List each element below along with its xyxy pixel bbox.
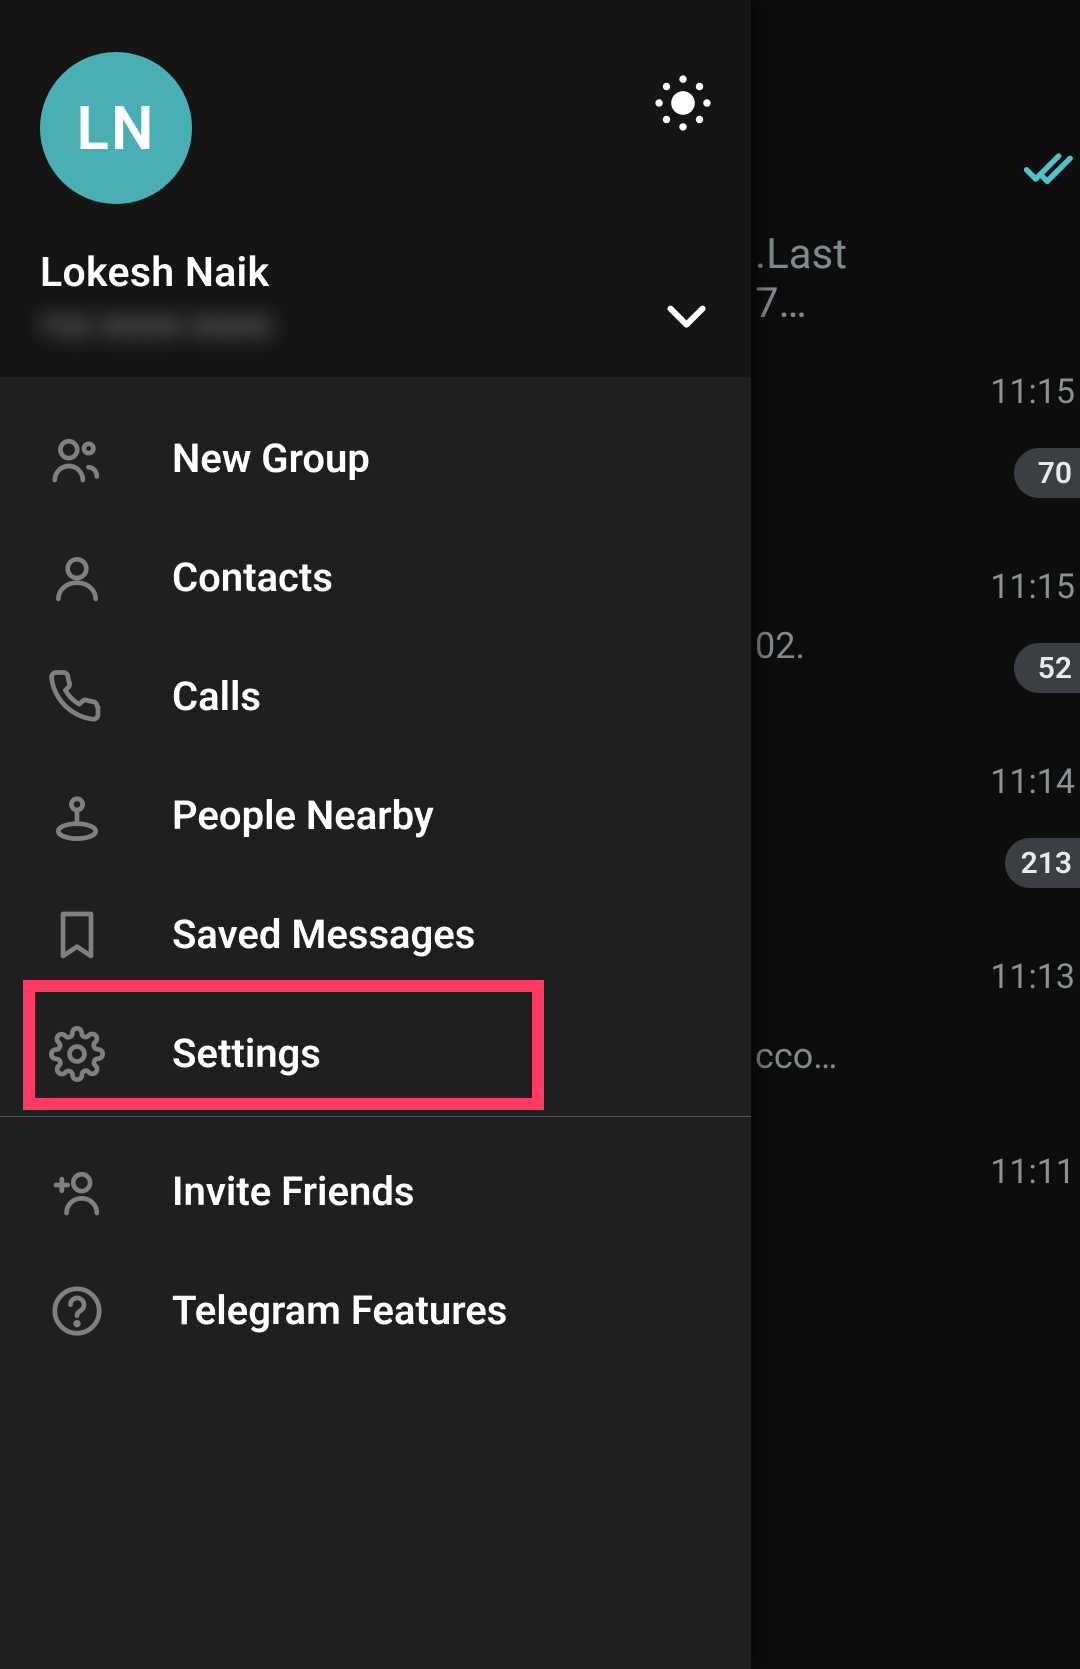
unread-count-badge: 52 [1014,643,1080,693]
read-check-icon [1022,140,1077,199]
drawer-menu: New Group Contacts Calls People Nearby [0,377,751,1370]
chat-row[interactable]: 11:15 70 [755,360,1080,555]
help-icon [47,1281,107,1341]
avatar[interactable]: LN [40,52,192,204]
chat-list-partial: .Last 7… 11:15 70 11:15 02. 52 11:14 213… [755,0,1080,1669]
menu-label: Calls [172,673,261,720]
bookmark-icon [47,905,107,965]
chat-time: 11:11 [990,1152,1075,1192]
menu-telegram-features[interactable]: Telegram Features [0,1251,751,1370]
chat-row[interactable]: 11:15 02. 52 [755,555,1080,750]
chat-row[interactable]: 11:14 213 [755,750,1080,945]
menu-calls[interactable]: Calls [0,637,751,756]
navigation-drawer: LN Lokesh Naik +xx xxxxx xxxxx New Group [0,0,751,1669]
drawer-header: LN Lokesh Naik +xx xxxxx xxxxx [0,0,751,377]
gear-icon [47,1024,107,1084]
chat-snippet: 02. [755,625,805,667]
chat-time: 11:14 [990,762,1075,802]
person-icon [47,548,107,608]
profile-name[interactable]: Lokesh Naik [40,249,711,297]
menu-label: Telegram Features [172,1287,507,1334]
theme-toggle-icon[interactable] [650,70,716,136]
accounts-expand-icon[interactable] [659,288,714,347]
chat-row[interactable]: .Last 7… [755,0,1080,360]
invite-icon [47,1162,107,1222]
chat-snippet: cco… [755,1035,837,1077]
avatar-initials: LN [77,93,156,164]
menu-invite-friends[interactable]: Invite Friends [0,1132,751,1251]
menu-label: Contacts [172,554,333,601]
chat-time: 11:15 [990,567,1075,607]
people-nearby-icon [47,786,107,846]
menu-settings[interactable]: Settings [0,994,751,1113]
menu-people-nearby[interactable]: People Nearby [0,756,751,875]
chat-snippet: .Last 7… [755,230,847,328]
menu-label: Saved Messages [172,911,475,958]
menu-new-group[interactable]: New Group [0,399,751,518]
chat-row[interactable]: 11:11 [755,1140,1080,1335]
menu-label: New Group [172,435,370,482]
unread-count-badge: 70 [1014,448,1080,498]
menu-contacts[interactable]: Contacts [0,518,751,637]
phone-icon [47,667,107,727]
menu-saved-messages[interactable]: Saved Messages [0,875,751,994]
menu-label: Invite Friends [172,1168,414,1215]
chat-time: 11:15 [990,372,1075,412]
menu-label: Settings [172,1030,321,1077]
unread-count-badge: 213 [1005,838,1080,888]
menu-divider [0,1116,751,1117]
profile-phone: +xx xxxxx xxxxx [40,305,711,344]
menu-label: People Nearby [172,792,434,839]
group-icon [47,429,107,489]
chat-time: 11:13 [990,957,1075,997]
chat-row[interactable]: 11:13 cco… [755,945,1080,1140]
